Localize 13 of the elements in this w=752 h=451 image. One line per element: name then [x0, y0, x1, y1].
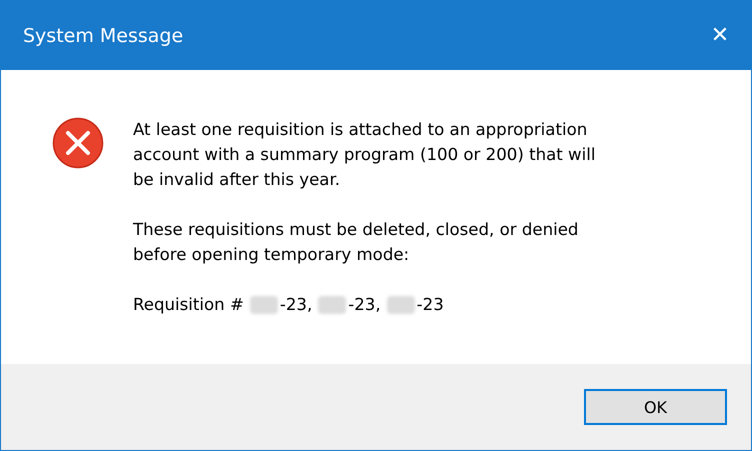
ok-button[interactable]: OK [584, 389, 727, 425]
requisition-number: -23 [416, 294, 444, 316]
requisition-number: -23, [280, 294, 312, 316]
message-text: These requisitions must be deleted, closed, or denied before opening temporary mode: [133, 219, 580, 266]
window-title: System Message [23, 24, 184, 46]
error-icon [52, 117, 104, 169]
requisition-number: -23, [348, 294, 381, 316]
redacted-number [318, 296, 346, 314]
message-text: At least one requisition is attached to an appropriation account with a summary program (100 or 200) that will be invalid after this year. [133, 119, 596, 191]
redacted-number [250, 296, 278, 314]
requisition-label: Requisition # [133, 294, 244, 316]
redacted-number [386, 296, 415, 314]
close-button[interactable]: ✕ [689, 1, 751, 70]
